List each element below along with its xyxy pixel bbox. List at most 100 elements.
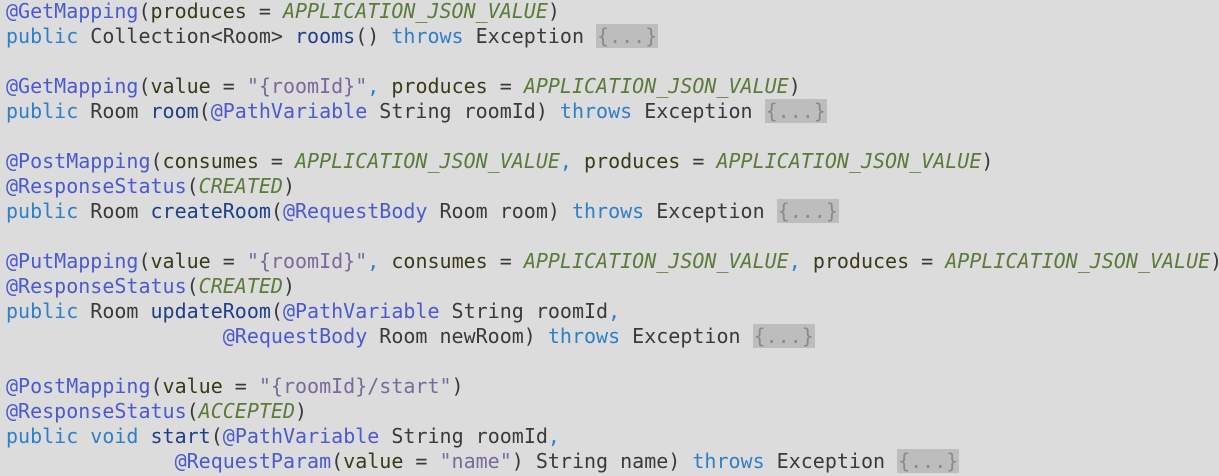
code-text-token: =	[487, 74, 524, 98]
code-line[interactable]: public Room updateRoom(@PathVariable Str…	[6, 299, 620, 324]
code-text-token: Room	[78, 299, 151, 323]
code-text-token: )	[547, 0, 560, 23]
keyword-token: throws	[571, 199, 645, 223]
keyword-token: ,	[367, 74, 380, 98]
code-line[interactable]: @PostMapping(value = "{roomId}/start")	[6, 374, 464, 399]
constant-token: APPLICATION_JSON_VALUE	[945, 249, 1211, 273]
code-text-token: (	[138, 74, 151, 98]
code-text-token: )	[981, 149, 994, 173]
code-line[interactable]: public Room createRoom(@RequestBody Room…	[6, 199, 839, 224]
keyword-token: throws	[391, 24, 464, 48]
code-line[interactable]: @PostMapping(consumes = APPLICATION_JSON…	[6, 149, 993, 174]
code-text-token: (	[186, 274, 199, 298]
constant-token: CREATED	[198, 274, 283, 298]
method-name-token: room	[150, 99, 199, 123]
code-line[interactable]: public void start(@PathVariable String r…	[6, 424, 560, 449]
code-text-token: String roomId	[439, 299, 609, 323]
annotation-token: @PathVariable	[282, 299, 440, 323]
code-text-token: =	[680, 149, 717, 173]
code-text-token: ()	[355, 24, 392, 48]
code-text-token: (	[210, 424, 223, 448]
code-text-token: Exception	[620, 324, 753, 348]
code-text-token: Exception	[632, 99, 765, 123]
code-line[interactable]: @ResponseStatus(CREATED)	[6, 174, 295, 199]
folded-code-block[interactable]: {...}	[596, 24, 659, 48]
code-text-token: )	[451, 374, 464, 398]
code-text-token: )	[282, 174, 296, 198]
parameter-token: value	[150, 74, 211, 98]
string-literal-token: "name"	[439, 449, 512, 473]
code-line[interactable]: @RequestParam(value = "name") String nam…	[6, 449, 960, 474]
parameter-token: value	[343, 449, 404, 473]
code-line[interactable]: @ResponseStatus(CREATED)	[6, 274, 295, 299]
code-text-token: (	[138, 249, 151, 273]
annotation-token: @GetMapping	[6, 74, 139, 98]
method-name-token: rooms	[295, 24, 356, 48]
annotation-token: @PathVariable	[222, 424, 380, 448]
code-text-token: =	[210, 249, 247, 273]
code-text-token: (	[150, 149, 163, 173]
folded-code-block[interactable]: {...}	[752, 324, 815, 348]
code-text-token: Room room)	[427, 199, 572, 223]
keyword-token: ,	[367, 249, 380, 273]
annotation-token: @RequestParam	[174, 449, 332, 473]
annotation-token: @PutMapping	[6, 249, 139, 273]
code-text-token: )	[295, 399, 308, 423]
keyword-token: throws	[559, 99, 633, 123]
code-text-token: (	[270, 199, 283, 223]
folded-code-block[interactable]: {...}	[776, 199, 839, 223]
keyword-token: throws	[692, 449, 765, 473]
code-line[interactable]: @PutMapping(value = "{roomId}", consumes…	[6, 249, 1219, 274]
folded-code-block[interactable]: {...}	[897, 449, 960, 473]
annotation-token: @RequestBody	[222, 324, 368, 348]
parameter-token: consumes	[391, 249, 488, 273]
code-text-token: )	[788, 74, 801, 98]
keyword-token: ,	[547, 424, 560, 448]
code-text-token: Room	[78, 199, 151, 223]
parameter-token: produces	[584, 149, 681, 173]
code-line[interactable]: @GetMapping(value = "{roomId}", produces…	[6, 74, 801, 99]
code-text-token: (	[186, 399, 199, 423]
constant-token: CREATED	[198, 174, 283, 198]
annotation-token: @ResponseStatus	[6, 174, 187, 198]
keyword-token: public	[6, 199, 79, 223]
annotation-token: @GetMapping	[6, 0, 139, 23]
constant-token: APPLICATION_JSON_VALUE	[523, 249, 789, 273]
parameter-token: value	[162, 374, 223, 398]
parameter-token: produces	[150, 0, 247, 23]
folded-code-block[interactable]: {...}	[764, 99, 827, 123]
annotation-token: @ResponseStatus	[6, 274, 187, 298]
code-text-token: =	[258, 149, 295, 173]
code-text-token: =	[487, 249, 524, 273]
parameter-token: produces	[812, 249, 910, 273]
string-literal-token: "{roomId}"	[246, 74, 368, 98]
code-text-token: (	[331, 449, 344, 473]
code-text-token: String roomId)	[367, 99, 560, 123]
code-text-token: =	[909, 249, 946, 273]
code-text-token: Exception	[644, 199, 777, 223]
constant-token: APPLICATION_JSON_VALUE	[523, 74, 789, 98]
keyword-token: public	[6, 299, 79, 323]
code-line[interactable]: public Collection<Room> rooms() throws E…	[6, 24, 659, 49]
code-editor[interactable]: @GetMapping(produces = APPLICATION_JSON_…	[0, 0, 1219, 476]
keyword-token: public	[6, 424, 79, 448]
method-name-token: updateRoom	[150, 299, 271, 323]
code-line[interactable]: public Room room(@PathVariable String ro…	[6, 99, 827, 124]
constant-token: ACCEPTED	[198, 399, 295, 423]
code-text-token: =	[246, 0, 283, 23]
code-line[interactable]: @ResponseStatus(ACCEPTED)	[6, 399, 307, 424]
keyword-token: public	[6, 24, 79, 48]
keyword-token: ,	[559, 149, 572, 173]
code-line[interactable]: @GetMapping(produces = APPLICATION_JSON_…	[6, 0, 560, 24]
code-line[interactable]: @RequestBody Room newRoom) throws Except…	[6, 324, 815, 349]
code-text-token: String roomId	[379, 424, 548, 448]
code-text-token: (	[270, 299, 283, 323]
parameter-token: consumes	[162, 149, 259, 173]
annotation-token: @PathVariable	[210, 99, 368, 123]
